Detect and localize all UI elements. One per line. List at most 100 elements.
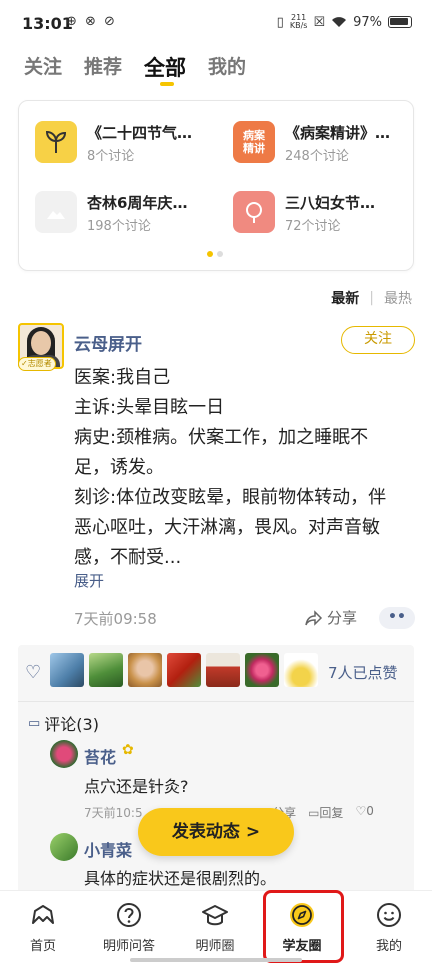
comments-header: ▭ 评论(3) (28, 711, 99, 735)
comment-text: 具体的症状还是很剧烈的。 (84, 869, 277, 888)
commenter-name[interactable]: 苔花 (84, 744, 116, 768)
badge-label: 志愿者 (27, 359, 52, 368)
comment-reply-button[interactable]: ▭回复 (308, 804, 343, 821)
commenter-avatar[interactable] (50, 740, 78, 768)
comment-like-button[interactable]: ♡0 (355, 804, 373, 821)
comment-like-count: 0 (366, 804, 374, 818)
more-button[interactable]: •• (379, 607, 415, 629)
carousel-dot-active (207, 251, 213, 257)
likes-count[interactable]: 7人已点赞 (328, 662, 398, 683)
status-bar: 13:01 ⊕ ⊗ ⊘ ▯ 211 KB/s ☒ 97% (0, 0, 432, 50)
volunteer-badge: ✓志愿者 (18, 357, 56, 371)
vibrate-icon: ▯ (276, 14, 284, 30)
topic-title: 《二十四节气… (87, 124, 193, 142)
post-line: 医案:我自己 (74, 367, 171, 388)
comments-header-label: 评论(3) (44, 715, 99, 734)
likes-row: ♡ 7人已点赞 (18, 653, 414, 693)
liker-avatar[interactable] (167, 653, 201, 687)
liker-avatar[interactable] (50, 653, 84, 687)
post-line: 足，诱发。 (74, 457, 164, 478)
comment-text: 点穴还是针灸? (84, 777, 189, 796)
topic-count: 72个讨论 (285, 219, 341, 234)
womens-day-icon (233, 191, 275, 233)
author-name[interactable]: 云母屏开 (74, 330, 142, 355)
topic-item[interactable]: 《二十四节气… 8个讨论 (35, 121, 215, 171)
home-indicator (130, 958, 302, 962)
share-button[interactable]: 分享 (305, 607, 357, 628)
nav-home-label: 首页 (29, 939, 56, 954)
topic-count: 198个讨论 (87, 219, 151, 234)
liker-avatar[interactable] (206, 653, 240, 687)
tab-recommended[interactable]: 推荐 (84, 52, 122, 86)
commenter-name[interactable]: 小青菜 (84, 837, 132, 861)
topic-item[interactable]: 病案精讲 《病案精讲》… 248个讨论 (233, 121, 413, 171)
nav-qa[interactable]: 明师问答 (86, 901, 172, 954)
tab-mine[interactable]: 我的 (208, 52, 246, 86)
comment-reply-label: 回复 (319, 806, 344, 820)
status-right: ▯ 211 KB/s ☒ 97% (277, 14, 412, 30)
sort-hot[interactable]: 最热 (384, 288, 412, 308)
topic-title: 杏林6周年庆… (87, 194, 188, 212)
nav-mine-label: 我的 (375, 939, 402, 954)
sort-toggle: 最新 | 最热 (331, 288, 412, 308)
share-label: 分享 (327, 609, 358, 627)
topic-icon-text: 病案精讲 (243, 129, 265, 155)
liker-avatar[interactable] (89, 653, 123, 687)
post-content: 医案:我自己 主诉:头晕目眩一日 病史:颈椎病。伏案工作，加之睡眠不 足，诱发。… (74, 363, 414, 573)
post-line: 刻诊:体位改变眩晕，眼前物体转动，伴 (74, 487, 387, 508)
question-icon (117, 903, 141, 927)
topic-item[interactable]: 杏林6周年庆… 198个讨论 (35, 191, 215, 241)
topic-item[interactable]: 三八妇女节… 72个讨论 (233, 191, 413, 241)
highlight-box (263, 890, 344, 963)
share-icon (305, 609, 323, 626)
post-line: 主诉:头晕目眩一日 (74, 397, 225, 418)
topic-count: 8个讨论 (87, 149, 135, 164)
nav-teacher-circle-label: 明师圈 (195, 939, 235, 954)
expand-link[interactable]: 展开 (74, 570, 104, 591)
ginkgo-leaf-icon: ✿ (122, 742, 134, 758)
topic-carousel: 《二十四节气… 8个讨论 病案精讲 《病案精讲》… 248个讨论 杏林6周年庆…… (18, 100, 414, 271)
placeholder-image-icon (35, 191, 77, 233)
case-book-icon: 病案精讲 (233, 121, 275, 163)
nav-mine[interactable]: 我的 (346, 901, 432, 954)
liker-avatar[interactable] (284, 653, 318, 687)
nav-qa-label: 明师问答 (102, 939, 155, 954)
post-time: 7天前09:58 (74, 610, 157, 628)
net-speed-unit: KB/s (289, 21, 308, 30)
divider (18, 701, 414, 702)
carousel-dots (207, 251, 223, 257)
battery-icon (388, 16, 412, 28)
sort-divider: | (369, 290, 374, 306)
carousel-dot (217, 251, 223, 257)
sprout-icon (35, 121, 77, 163)
nav-teacher-circle[interactable]: 明师圈 (172, 901, 258, 954)
smile-icon (377, 903, 401, 927)
top-tabs: 关注 推荐 全部 我的 (24, 52, 246, 86)
post-update-button[interactable]: 发表动态 > (138, 808, 294, 856)
topic-title: 《病案精讲》… (285, 124, 391, 142)
topic-count: 248个讨论 (285, 149, 349, 164)
heart-icon[interactable]: ♡ (25, 662, 41, 683)
sort-latest[interactable]: 最新 (331, 288, 359, 308)
wifi-icon (332, 17, 347, 27)
nav-home[interactable]: 首页 (0, 901, 86, 954)
comment-time: 7天前10:5 (84, 806, 143, 820)
net-speed: 211 KB/s (290, 14, 308, 30)
notification-icons: ⊕ ⊗ ⊘ (66, 14, 117, 29)
follow-button[interactable]: 关注 (341, 326, 415, 354)
topic-title: 三八妇女节… (285, 194, 376, 212)
post-line: 病史:颈椎病。伏案工作，加之睡眠不 (74, 427, 369, 448)
tab-all[interactable]: 全部 (144, 52, 186, 86)
battery-level: 97% (353, 14, 382, 30)
commenter-avatar[interactable] (50, 833, 78, 861)
bottom-nav: 首页 明师问答 明师圈 学友圈 我的 (0, 890, 432, 964)
graduation-cap-icon (202, 905, 228, 926)
tab-following[interactable]: 关注 (24, 52, 62, 86)
tab-active-indicator (160, 82, 175, 86)
liker-avatar[interactable] (128, 653, 162, 687)
sim-off-icon: ☒ (313, 14, 326, 30)
tab-all-label: 全部 (144, 56, 187, 80)
comment-icon: ▭ (28, 715, 41, 731)
home-icon (32, 905, 54, 924)
liker-avatar[interactable] (245, 653, 279, 687)
